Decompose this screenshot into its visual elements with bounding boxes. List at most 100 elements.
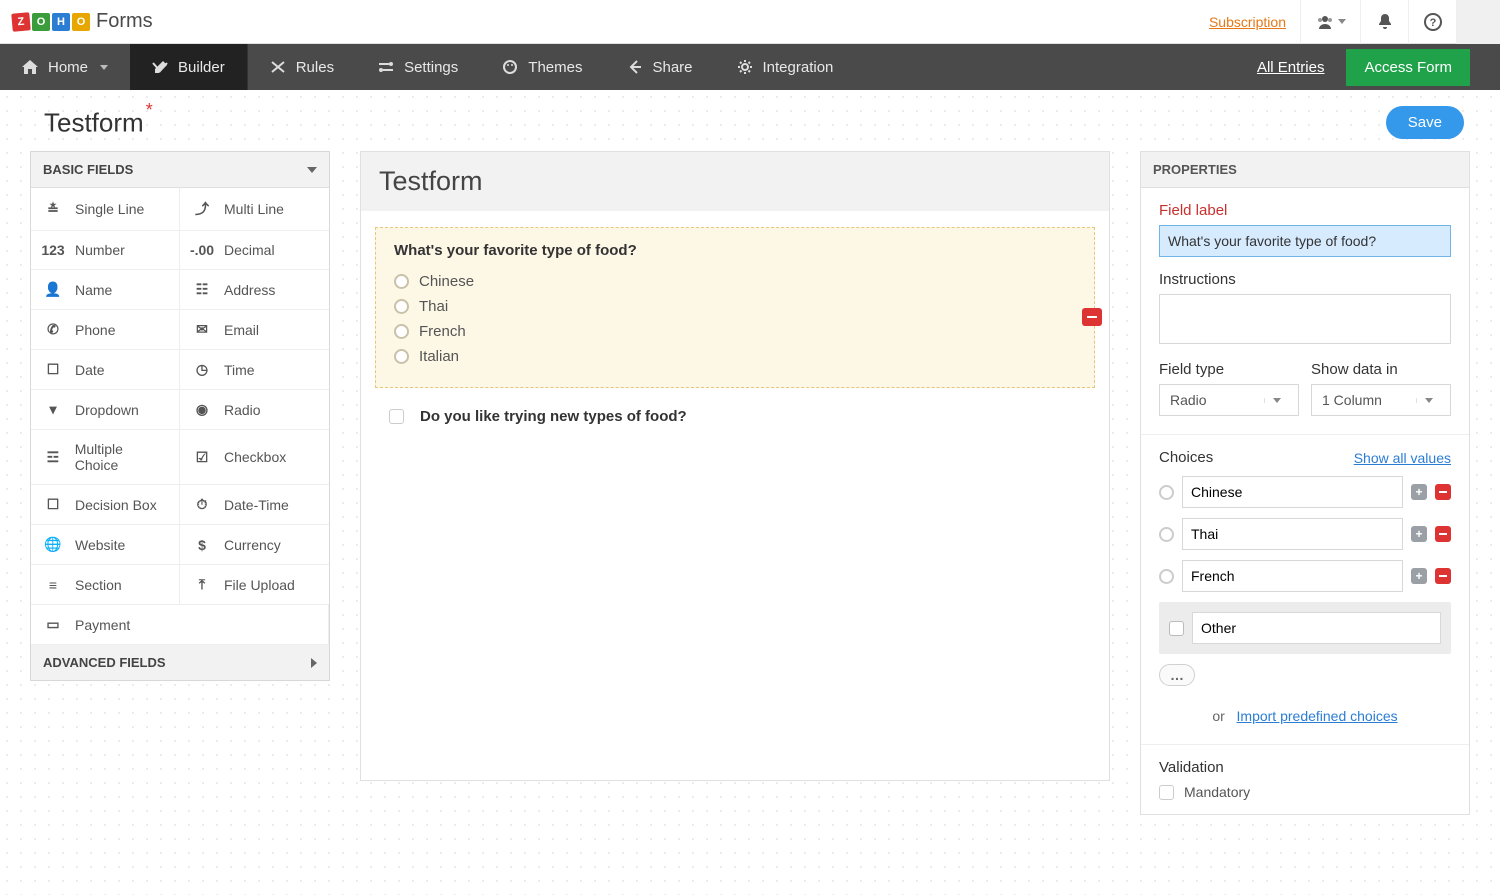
- field-type-value: Radio: [1170, 392, 1207, 408]
- choice-input[interactable]: [1182, 560, 1403, 592]
- people-menu[interactable]: [1300, 0, 1360, 44]
- choice-input[interactable]: [1182, 476, 1403, 508]
- logo[interactable]: Z O H O Forms: [12, 10, 153, 33]
- radio-icon: [394, 299, 409, 314]
- field-dropdown[interactable]: ▾Dropdown: [31, 390, 180, 430]
- properties-body: Field label Instructions Field type Radi…: [1141, 188, 1469, 744]
- field-label: Single Line: [75, 201, 144, 217]
- remove-choice-button[interactable]: [1435, 484, 1451, 500]
- tab-integration[interactable]: Integration: [715, 44, 856, 90]
- field-label: Website: [75, 537, 125, 553]
- basic-fields-title: BASIC FIELDS: [43, 162, 133, 177]
- field-time[interactable]: ◷ Time: [180, 350, 329, 390]
- show-all-values-link[interactable]: Show all values: [1354, 450, 1451, 466]
- choice-radio[interactable]: [1159, 485, 1174, 500]
- field-label: Email: [224, 322, 259, 338]
- choice-radio[interactable]: [1159, 527, 1174, 542]
- field-multiple-choice[interactable]: ☲Multiple Choice: [31, 430, 180, 485]
- field-number[interactable]: 123Number: [31, 231, 180, 270]
- properties-header: PROPERTIES: [1141, 152, 1469, 188]
- field-decimal[interactable]: -.00Decimal: [180, 231, 329, 270]
- other-choice-input[interactable]: [1192, 612, 1441, 644]
- add-choice-button[interactable]: [1411, 526, 1427, 542]
- tab-home[interactable]: Home: [0, 44, 130, 90]
- divider: [1141, 434, 1469, 435]
- integration-icon: [737, 59, 753, 75]
- add-choice-button[interactable]: [1411, 568, 1427, 584]
- rules-icon: [270, 60, 286, 74]
- field-phone[interactable]: ✆Phone: [31, 310, 180, 350]
- tab-themes[interactable]: Themes: [480, 44, 604, 90]
- canvas-title: Testform: [361, 152, 1109, 211]
- delete-field-button[interactable]: [1082, 308, 1102, 326]
- field-single-line[interactable]: ≛Single Line: [31, 188, 180, 231]
- basic-fields-header[interactable]: BASIC FIELDS: [31, 152, 329, 188]
- tab-share-label: Share: [652, 59, 692, 76]
- field-icon: ⤴: [192, 199, 212, 219]
- field-date-time[interactable]: ⏱Date-Time: [180, 485, 329, 525]
- other-checkbox[interactable]: [1169, 621, 1184, 636]
- field-icon: 123: [43, 242, 63, 258]
- field-label: Address: [224, 282, 275, 298]
- field-email[interactable]: ✉Email: [180, 310, 329, 350]
- notifications-button[interactable]: [1360, 0, 1408, 44]
- choice-input[interactable]: [1182, 518, 1403, 550]
- field-address[interactable]: ☷Address: [180, 270, 329, 310]
- instructions-input[interactable]: [1159, 294, 1451, 344]
- question-block-1[interactable]: What's your favorite type of food? Chine…: [375, 227, 1095, 388]
- choices-header: Choices Show all values: [1159, 449, 1451, 466]
- field-icon: ◷: [192, 361, 212, 378]
- tab-builder[interactable]: Builder: [130, 44, 248, 90]
- radio-option[interactable]: Italian: [394, 344, 1076, 369]
- mandatory-row[interactable]: Mandatory: [1159, 784, 1451, 800]
- advanced-fields-header[interactable]: ADVANCED FIELDS: [31, 645, 329, 680]
- radio-option[interactable]: French: [394, 319, 1076, 344]
- field-name[interactable]: 👤Name: [31, 270, 180, 310]
- field-file-upload[interactable]: ⤒File Upload: [180, 565, 329, 605]
- radio-icon: [394, 324, 409, 339]
- field-date[interactable]: ☐Date: [31, 350, 180, 390]
- radio-option[interactable]: Chinese: [394, 269, 1076, 294]
- field-icon: 👤: [43, 281, 63, 298]
- field-icon: ⏱: [192, 496, 212, 513]
- tab-share[interactable]: Share: [604, 44, 714, 90]
- question-block-2[interactable]: Do you like trying new types of food?: [375, 388, 1095, 425]
- save-button[interactable]: Save: [1386, 106, 1464, 139]
- field-icon: ▾: [43, 401, 63, 418]
- show-data-select[interactable]: 1 Column: [1311, 384, 1451, 416]
- field-radio[interactable]: ◉Radio: [180, 390, 329, 430]
- remove-choice-button[interactable]: [1435, 568, 1451, 584]
- home-icon: [22, 60, 38, 74]
- remove-choice-button[interactable]: [1435, 526, 1451, 542]
- tab-settings[interactable]: Settings: [356, 44, 480, 90]
- field-checkbox[interactable]: ☑Checkbox: [180, 430, 329, 485]
- field-decision-box[interactable]: ☐Decision Box: [31, 485, 180, 525]
- field-payment[interactable]: ▭ Payment: [31, 605, 329, 645]
- import-choices-link[interactable]: Import predefined choices: [1237, 708, 1398, 724]
- all-entries-link[interactable]: All Entries: [1257, 59, 1325, 76]
- mandatory-checkbox[interactable]: [1159, 785, 1174, 800]
- field-multi-line[interactable]: ⤴Multi Line: [180, 188, 329, 231]
- field-label: Payment: [75, 617, 130, 633]
- help-button[interactable]: ?: [1408, 0, 1456, 44]
- more-options-button[interactable]: …: [1159, 664, 1195, 686]
- field-label: Multiple Choice: [75, 441, 169, 473]
- add-choice-button[interactable]: [1411, 484, 1427, 500]
- basic-fields-panel: BASIC FIELDS ≛Single Line⤴Multi Line123N…: [30, 151, 330, 681]
- field-icon: ☐: [43, 496, 63, 513]
- svg-text:?: ?: [1429, 17, 1436, 29]
- tab-rules[interactable]: Rules: [248, 44, 356, 90]
- radio-option[interactable]: Thai: [394, 294, 1076, 319]
- field-icon: ▭: [43, 616, 63, 633]
- field-type-select[interactable]: Radio: [1159, 384, 1299, 416]
- field-website[interactable]: 🌐Website: [31, 525, 180, 565]
- access-form-button[interactable]: Access Form: [1346, 49, 1470, 86]
- help-icon: ?: [1424, 13, 1442, 31]
- choice-radio[interactable]: [1159, 569, 1174, 584]
- field-label: Time: [224, 362, 255, 378]
- field-section[interactable]: ≡Section: [31, 565, 180, 605]
- subscription-link[interactable]: Subscription: [1209, 14, 1286, 30]
- field-label-input[interactable]: [1159, 225, 1451, 257]
- user-avatar[interactable]: [1456, 0, 1500, 44]
- field-currency[interactable]: $Currency: [180, 525, 329, 565]
